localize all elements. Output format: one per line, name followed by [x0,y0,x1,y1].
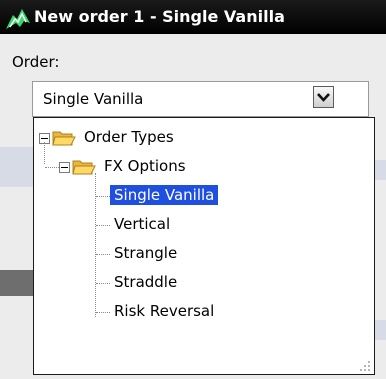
order-type-tree[interactable]: Order Types FX Options Single Vanilla Ve… [33,117,375,375]
tree-item-straddle[interactable]: Straddle [34,271,334,295]
folder-open-icon [52,129,76,147]
tree-item-single-vanilla[interactable]: Single Vanilla [34,184,334,208]
tree-item-vertical[interactable]: Vertical [34,213,334,237]
tree-label-vertical: Vertical [114,215,171,233]
tree-label-straddle: Straddle [114,273,178,291]
tree-connector [45,167,59,168]
tree-connector [96,225,110,226]
folder-open-icon [72,158,96,176]
tree-label-strangle: Strangle [114,244,178,262]
tree-connector [96,254,110,255]
tree-node-fx-options[interactable]: FX Options [34,155,334,179]
collapse-icon[interactable] [59,162,70,173]
background-panel-strip [0,270,33,296]
order-select-value: Single Vanilla [43,90,144,108]
resize-grip-icon[interactable] [358,358,372,372]
tree-node-order-types[interactable]: Order Types [34,126,334,150]
background-panel-edge [375,320,386,340]
title-bar: New order 1 - Single Vanilla [0,0,386,34]
order-label: Order: [12,53,60,71]
tree-connector [96,312,110,313]
tree-label-fx-options: FX Options [104,157,186,175]
background-panel [0,147,33,187]
tree-label-risk-reversal: Risk Reversal [114,302,215,320]
tree-item-risk-reversal[interactable]: Risk Reversal [34,300,334,324]
tree-connector [96,283,110,284]
tree-label-order-types: Order Types [84,128,174,146]
window-title: New order 1 - Single Vanilla [34,7,285,26]
dropdown-button[interactable] [313,86,334,108]
chevron-down-icon [317,93,330,102]
tree-item-strangle[interactable]: Strangle [34,242,334,266]
background-panel-edge [375,160,386,180]
tree-connector [96,196,110,197]
tree-label-selected: Single Vanilla [110,185,219,205]
app-logo-icon [4,5,32,31]
